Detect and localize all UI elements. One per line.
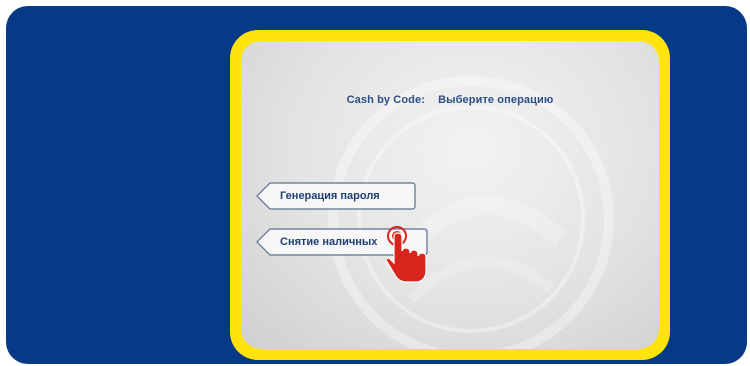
menu-button-label: Генерация пароля xyxy=(280,190,380,202)
atm-screen-border: Cash by Code: Выберите операцию Генераци… xyxy=(230,30,670,360)
screen-title: Cash by Code: Выберите операцию xyxy=(241,94,659,106)
hand-pointer-icon xyxy=(387,226,427,283)
title-prompt: Выберите операцию xyxy=(438,94,554,106)
atm-screen: Cash by Code: Выберите операцию Генераци… xyxy=(241,41,659,349)
title-prefix: Cash by Code: xyxy=(346,94,425,106)
menu-button-generate-password[interactable]: Генерация пароля xyxy=(256,182,416,210)
atm-frame: Cash by Code: Выберите операцию Генераци… xyxy=(6,6,747,364)
menu-button-label: Снятие наличных xyxy=(280,236,378,248)
